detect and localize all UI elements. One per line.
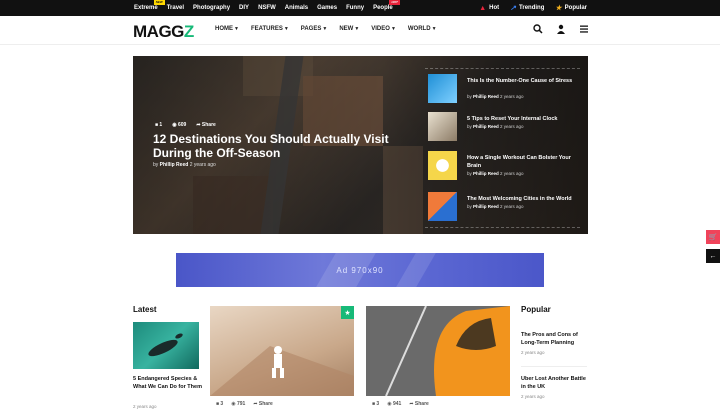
side-item[interactable]: How a Single Workout Can Bolster Your Br…: [428, 151, 578, 181]
ad-label: Ad 970x90: [336, 265, 384, 275]
category-link-games[interactable]: Games: [317, 5, 337, 11]
latest-thumbnail[interactable]: [133, 322, 199, 369]
featured-star-icon: ★: [341, 306, 354, 319]
card-meta: ■ 3 ◉ 791 ➦ Share: [216, 401, 273, 407]
hot-link[interactable]: ▲ Hot: [479, 5, 499, 12]
category-link-photography[interactable]: Photography: [193, 5, 230, 11]
latest-date: 2 years ago: [133, 404, 157, 409]
category-link-diy[interactable]: DIY: [239, 5, 249, 11]
side-item-thumbnail: [428, 112, 457, 141]
popular-link[interactable]: ★ Popular: [555, 4, 587, 12]
side-item-thumbnail: [428, 192, 457, 221]
side-item[interactable]: 5 Tips to Reset Your Internal Clock by P…: [428, 112, 578, 142]
hero-comments: ■ 1: [155, 122, 163, 128]
flame-icon: ▲: [479, 4, 487, 12]
category-link-animals[interactable]: Animals: [285, 5, 308, 11]
category-link-travel[interactable]: Travel: [167, 5, 184, 11]
divider: [521, 366, 587, 367]
nav-new[interactable]: NEW▼: [339, 26, 359, 32]
side-item[interactable]: The Most Welcoming Cities in the World b…: [428, 192, 578, 222]
card-share[interactable]: ➦ Share: [409, 401, 429, 407]
side-item[interactable]: This Is the Number-One Cause of Stress b…: [428, 74, 578, 104]
hot-badge: HOT: [389, 0, 400, 5]
side-item-title[interactable]: The Most Welcoming Cities in the World: [467, 195, 579, 203]
ad-banner[interactable]: Ad 970x90: [176, 253, 544, 287]
side-item-byline: by Phillip Reed 2 years ago: [467, 124, 524, 129]
popular-heading: Popular: [521, 305, 551, 314]
chevron-down-icon: ▼: [354, 26, 360, 32]
article-card[interactable]: ■ 3 ◉ 941 ➦ Share: [366, 306, 510, 413]
nav-home[interactable]: HOME▼: [215, 26, 239, 32]
card-meta: ■ 3 ◉ 941 ➦ Share: [372, 401, 429, 407]
article-image: [366, 306, 510, 397]
hero-byline: by Phillip Reed 2 years ago: [153, 162, 216, 168]
hero-views: ◉ 609: [172, 122, 187, 128]
chevron-down-icon: ▼: [431, 26, 437, 32]
new-badge: NEW: [153, 0, 165, 5]
article-card[interactable]: ★ ■ 3 ◉ 791 ➦ Share: [210, 306, 354, 413]
card-comments: ■ 3: [216, 401, 224, 407]
latest-title[interactable]: 5 Endangered Species & What We Can Do fo…: [133, 375, 203, 391]
popular-item-date: 2 years ago: [521, 394, 545, 399]
chevron-down-icon: ▼: [322, 26, 328, 32]
latest-heading: Latest: [133, 305, 157, 314]
category-link-nsfw[interactable]: NSFW: [258, 5, 276, 11]
cart-icon: 🛒: [708, 234, 718, 241]
card-comments: ■ 3: [372, 401, 380, 407]
cart-button[interactable]: 🛒: [706, 230, 720, 244]
side-item-title[interactable]: This Is the Number-One Cause of Stress: [467, 77, 579, 85]
nav-pages[interactable]: PAGES▼: [301, 26, 328, 32]
star-icon: ★: [555, 5, 562, 12]
card-views: ◉ 941: [387, 401, 402, 407]
top-bar: Extreme NEW Travel Photography DIY NSFW A…: [0, 0, 720, 16]
trending-icon: ↗: [510, 5, 517, 12]
category-links: Extreme NEW Travel Photography DIY NSFW A…: [134, 0, 400, 16]
side-item-byline: by Phillip Reed 2 years ago: [467, 171, 524, 176]
side-item-byline: by Phillip Reed 2 years ago: [467, 94, 524, 99]
user-icon[interactable]: [556, 24, 566, 37]
side-item-byline: by Phillip Reed 2 years ago: [467, 204, 524, 209]
category-link-funny[interactable]: Funny: [346, 5, 364, 11]
back-button[interactable]: ←: [706, 249, 720, 263]
popular-item-date: 2 years ago: [521, 350, 545, 355]
main-nav: HOME▼ FEATURES▼ PAGES▼ NEW▼ VIDEO▼ WORLD…: [215, 26, 437, 32]
chevron-down-icon: ▼: [234, 26, 239, 32]
menu-icon[interactable]: [579, 24, 589, 37]
main-header: MAGGZ HOME▼ FEATURES▼ PAGES▼ NEW▼ VIDEO▼…: [0, 16, 720, 45]
side-item-thumbnail: [428, 74, 457, 103]
top-bar-filters: ▲ Hot ↗ Trending ★ Popular: [479, 0, 587, 16]
hero-share[interactable]: ➦ Share: [196, 122, 216, 128]
popular-item-title[interactable]: Uber Lost Another Battle in the UK: [521, 375, 591, 391]
hero-feature[interactable]: ■ 1 ◉ 609 ➦ Share 12 Destinations You Sh…: [133, 56, 588, 234]
side-item-title[interactable]: How a Single Workout Can Bolster Your Br…: [467, 154, 579, 170]
header-actions: [533, 24, 589, 37]
category-link-people[interactable]: People HOT: [373, 0, 400, 11]
chevron-down-icon: ▼: [390, 26, 396, 32]
arrow-left-icon: ←: [709, 252, 717, 260]
popular-item-title[interactable]: The Pros and Cons of Long-Term Planning: [521, 331, 591, 347]
search-icon[interactable]: [533, 24, 543, 37]
site-logo[interactable]: MAGGZ: [133, 22, 194, 42]
chevron-down-icon: ▼: [283, 26, 289, 32]
nav-features[interactable]: FEATURES▼: [251, 26, 289, 32]
side-item-title[interactable]: 5 Tips to Reset Your Internal Clock: [467, 115, 579, 123]
category-link-extreme[interactable]: Extreme NEW: [134, 0, 165, 11]
card-share[interactable]: ➦ Share: [253, 401, 273, 407]
article-image: [210, 306, 354, 396]
trending-link[interactable]: ↗ Trending: [510, 4, 544, 12]
nav-video[interactable]: VIDEO▼: [371, 26, 396, 32]
hero-meta: ■ 1 ◉ 609 ➦ Share: [155, 122, 216, 128]
card-views: ◉ 791: [231, 401, 246, 407]
side-item-thumbnail: [428, 151, 457, 180]
hero-side-list: This Is the Number-One Cause of Stress b…: [425, 68, 580, 228]
nav-world[interactable]: WORLD▼: [408, 26, 437, 32]
hero-title[interactable]: 12 Destinations You Should Actually Visi…: [153, 132, 413, 160]
